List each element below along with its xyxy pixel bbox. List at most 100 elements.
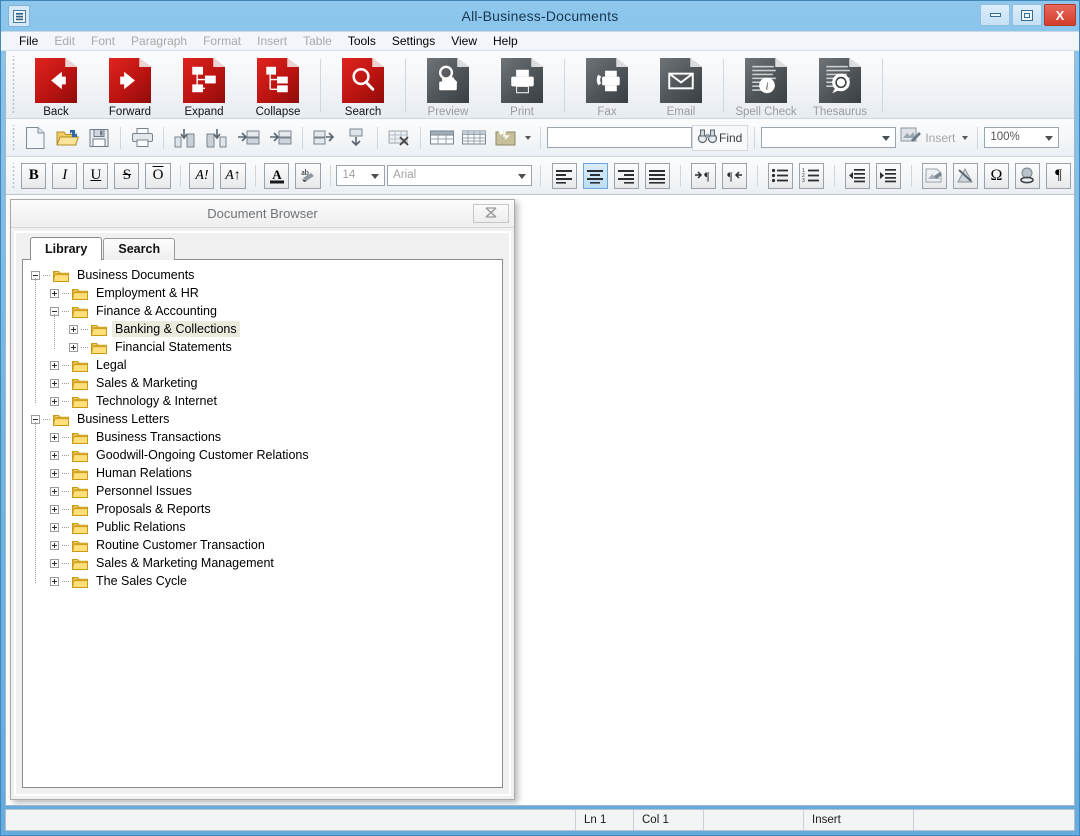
- menu-tools[interactable]: Tools: [340, 32, 384, 50]
- bullet-list-button[interactable]: [767, 162, 793, 189]
- underline-button[interactable]: U: [83, 162, 109, 189]
- expand-toggle-icon[interactable]: [50, 378, 59, 388]
- numbered-list-button[interactable]: 123: [798, 162, 824, 189]
- tree-item[interactable]: Technology & Internet: [31, 392, 502, 410]
- expand-toggle-icon[interactable]: [69, 342, 78, 352]
- menu-help[interactable]: Help: [485, 32, 526, 50]
- forward-button[interactable]: Forward: [93, 53, 167, 118]
- expand-toggle-icon[interactable]: [69, 324, 78, 334]
- insert-dropdown-arrow[interactable]: [959, 124, 971, 152]
- expand-toggle-icon[interactable]: [50, 576, 59, 586]
- find-input[interactable]: [547, 127, 692, 148]
- align-justify-button[interactable]: [644, 162, 670, 189]
- expand-toggle-icon[interactable]: [50, 486, 59, 496]
- delete-table-icon[interactable]: [384, 124, 414, 152]
- tree-item[interactable]: Banking & Collections: [31, 320, 502, 338]
- expand-toggle-icon[interactable]: [50, 468, 59, 478]
- tree-item[interactable]: Business Documents: [31, 266, 502, 284]
- tree-item[interactable]: Sales & Marketing Management: [31, 554, 502, 572]
- document-area[interactable]: Document Browser Library Search Business…: [6, 195, 1074, 805]
- expand-button[interactable]: Expand: [167, 53, 241, 118]
- table-style-icon[interactable]: [491, 124, 521, 152]
- find-button[interactable]: Find: [692, 124, 749, 151]
- search-button[interactable]: Search: [326, 53, 400, 118]
- font-name-combo[interactable]: Arial: [387, 165, 532, 186]
- text-direction-rtl-button[interactable]: ¶: [721, 162, 747, 189]
- paragraph-marks-button[interactable]: ¶: [1046, 162, 1072, 189]
- expand-toggle-icon[interactable]: [50, 522, 59, 532]
- tree-item[interactable]: Personnel Issues: [31, 482, 502, 500]
- tree-item[interactable]: Human Relations: [31, 464, 502, 482]
- tree-item[interactable]: Proposals & Reports: [31, 500, 502, 518]
- email-button[interactable]: Email: [644, 53, 718, 118]
- bold-button[interactable]: B: [21, 162, 47, 189]
- new-document-icon[interactable]: [20, 124, 50, 152]
- zoom-combo[interactable]: 100%: [984, 127, 1060, 148]
- menu-view[interactable]: View: [443, 32, 485, 50]
- back-button[interactable]: Back: [19, 53, 93, 118]
- collapse-button[interactable]: Collapse: [241, 53, 315, 118]
- expand-toggle-icon[interactable]: [50, 396, 59, 406]
- tree-item[interactable]: Public Relations: [31, 518, 502, 536]
- save-disk-icon[interactable]: [84, 124, 114, 152]
- overline-button[interactable]: O: [145, 162, 171, 189]
- increase-font-size-button[interactable]: A!: [189, 162, 215, 189]
- align-left-button[interactable]: [551, 162, 577, 189]
- table-style-dropdown-arrow[interactable]: [522, 124, 534, 152]
- text-direction-ltr-button[interactable]: ¶: [690, 162, 716, 189]
- insert-table-icon[interactable]: [459, 124, 489, 152]
- insert-row-below-icon[interactable]: [266, 124, 296, 152]
- expand-toggle-icon[interactable]: [50, 288, 59, 298]
- open-folder-icon[interactable]: [52, 124, 82, 152]
- close-button[interactable]: X: [1044, 4, 1076, 26]
- insert-symbol-button[interactable]: Ω: [983, 162, 1009, 189]
- expand-toggle-icon[interactable]: [50, 360, 59, 370]
- tab-library[interactable]: Library: [30, 237, 103, 260]
- insert-image-button[interactable]: [921, 162, 947, 189]
- preview-button[interactable]: Preview: [411, 53, 485, 118]
- decrease-indent-button[interactable]: [844, 162, 870, 189]
- tree-item[interactable]: The Sales Cycle: [31, 572, 502, 590]
- expand-toggle-icon[interactable]: [50, 450, 59, 460]
- font-size-combo[interactable]: 14: [336, 165, 386, 186]
- decrease-font-size-button[interactable]: A↑: [220, 162, 246, 189]
- italic-button[interactable]: I: [52, 162, 78, 189]
- insert-row-above-icon[interactable]: [234, 124, 264, 152]
- style-combo[interactable]: [761, 127, 897, 148]
- toolbar-grip[interactable]: [10, 162, 17, 189]
- table-properties-icon[interactable]: [427, 124, 457, 152]
- tree-item[interactable]: Goodwill-Ongoing Customer Relations: [31, 446, 502, 464]
- font-color-button[interactable]: A: [264, 162, 290, 189]
- minimize-button[interactable]: [980, 4, 1010, 26]
- thesaurus-button[interactable]: Thesaurus: [803, 53, 877, 118]
- strikethrough-button[interactable]: S: [114, 162, 140, 189]
- fax-button[interactable]: Fax: [570, 53, 644, 118]
- menu-settings[interactable]: Settings: [384, 32, 443, 50]
- menu-file[interactable]: File: [11, 32, 46, 50]
- tree-item[interactable]: Employment & HR: [31, 284, 502, 302]
- tree-item[interactable]: Finance & Accounting: [31, 302, 502, 320]
- expand-toggle-icon[interactable]: [50, 540, 59, 550]
- tree-item[interactable]: Sales & Marketing: [31, 374, 502, 392]
- toolbar-grip[interactable]: [10, 56, 17, 115]
- insert-hyperlink-button[interactable]: [1014, 162, 1040, 189]
- align-center-button[interactable]: [582, 162, 608, 189]
- tab-search[interactable]: Search: [103, 238, 176, 260]
- spell-check-button[interactable]: i Spell Check: [729, 53, 803, 118]
- tree-item[interactable]: Business Transactions: [31, 428, 502, 446]
- insert-button[interactable]: Insert: [896, 126, 959, 150]
- insert-column-left-icon[interactable]: [170, 124, 200, 152]
- maximize-button[interactable]: [1012, 4, 1042, 26]
- tree-item[interactable]: Legal: [31, 356, 502, 374]
- increase-indent-button[interactable]: [875, 162, 901, 189]
- expand-toggle-icon[interactable]: [50, 558, 59, 568]
- toolbar-grip[interactable]: [10, 124, 17, 151]
- print-button[interactable]: Print: [485, 53, 559, 118]
- tree-item[interactable]: Financial Statements: [31, 338, 502, 356]
- tree-item[interactable]: Routine Customer Transaction: [31, 536, 502, 554]
- align-right-button[interactable]: [613, 162, 639, 189]
- print-icon[interactable]: [127, 124, 157, 152]
- text-highlight-button[interactable]: ab: [295, 162, 321, 189]
- merge-cells-icon[interactable]: [309, 124, 339, 152]
- expand-toggle-icon[interactable]: [50, 504, 59, 514]
